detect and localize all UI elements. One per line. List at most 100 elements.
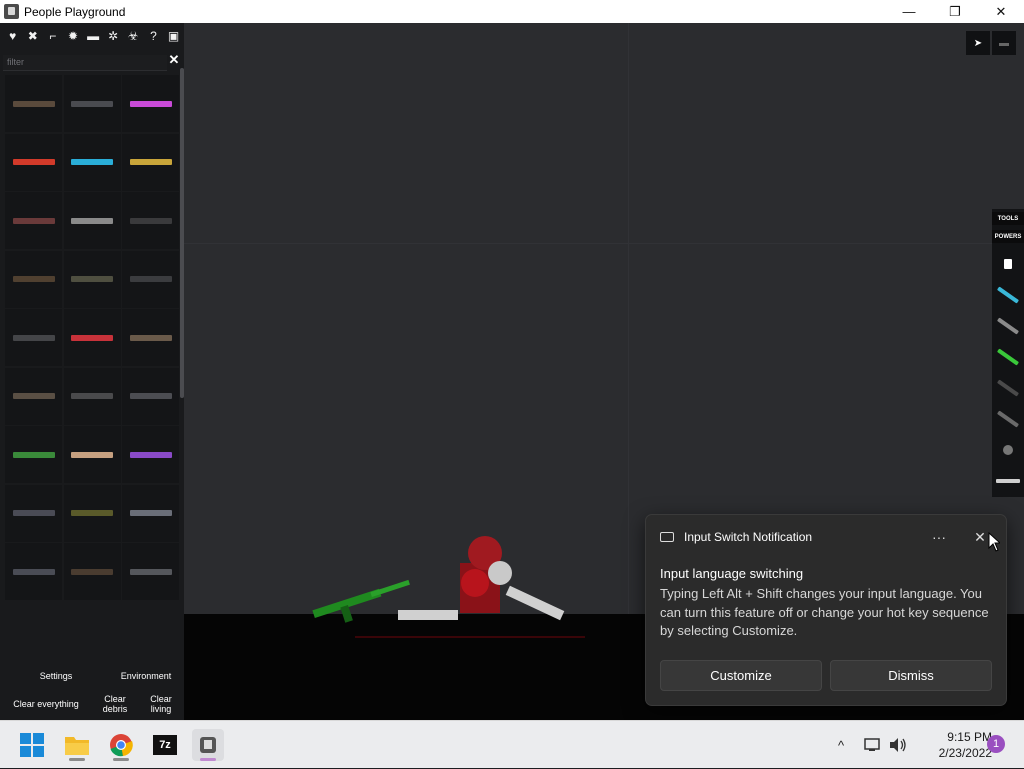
scene [312, 536, 585, 638]
explosion-icon[interactable]: ✹ [63, 26, 82, 46]
close-button[interactable]: ✕ [978, 0, 1024, 23]
sparkle-tool-icon [996, 479, 1020, 483]
item-rocket-launcher[interactable] [5, 192, 62, 249]
gun-icon: ▬ [999, 37, 1009, 49]
sparkle-tool[interactable] [994, 468, 1022, 494]
ball-tool[interactable] [994, 437, 1022, 463]
swords-icon[interactable]: ✖ [23, 26, 42, 46]
item-bat[interactable] [63, 250, 121, 308]
item-plasma-rifle[interactable] [63, 426, 121, 483]
filter-input[interactable] [3, 54, 167, 71]
rope-tool[interactable] [994, 375, 1022, 401]
windows-icon [20, 733, 44, 757]
rod-icon [129, 217, 172, 224]
mouse-cursor-icon [988, 532, 1000, 552]
item-mortar[interactable] [63, 484, 121, 542]
app-icon [4, 4, 19, 19]
item-staff[interactable] [122, 250, 179, 308]
item-assault-rifle[interactable] [63, 75, 121, 132]
rifle-icon [12, 100, 55, 107]
item-minigun[interactable] [122, 309, 179, 366]
pointer-tool-icon [1004, 259, 1012, 269]
running-indicator [69, 758, 85, 761]
pointer-tool[interactable] [994, 251, 1022, 277]
yellow-laser-icon [129, 159, 172, 165]
tab-tools[interactable]: TOOLS [992, 212, 1024, 225]
cursor-icon: ➤ [973, 37, 983, 49]
notification-count-badge[interactable]: 1 [987, 735, 1005, 753]
item-small-pistol[interactable] [5, 543, 62, 600]
tab-powers[interactable]: POWERS [992, 230, 1024, 243]
close-icon[interactable]: ✕ [970, 527, 990, 547]
chevron-up-icon: ^ [838, 737, 845, 753]
pointer-mode-button[interactable]: ➤ [966, 31, 990, 55]
mortar-icon [71, 510, 113, 516]
item-revolver[interactable] [5, 367, 62, 425]
chrome-button[interactable] [105, 729, 137, 761]
item-rod[interactable] [122, 192, 179, 249]
item-hunting-rifle[interactable] [63, 543, 121, 600]
item-red-laser[interactable] [5, 133, 62, 191]
notification-title: Input language switching [660, 566, 804, 581]
item-blue-laser[interactable] [63, 133, 121, 191]
item-tech-rifle[interactable] [122, 484, 179, 542]
save-icon[interactable]: ▣ [164, 26, 183, 46]
settings-button[interactable]: Settings [36, 671, 76, 681]
filter-row: ✕ [3, 52, 181, 71]
ragdoll[interactable] [398, 536, 565, 621]
item-fire-extinguisher[interactable] [63, 309, 121, 366]
item-grid [5, 75, 179, 615]
start-button[interactable] [16, 729, 48, 761]
close-icon[interactable]: ✕ [167, 52, 181, 68]
item-pistol[interactable] [63, 192, 121, 249]
item-energy-gun[interactable] [122, 75, 179, 132]
7zip-button[interactable]: 7z [149, 729, 181, 761]
volume-icon[interactable] [888, 721, 908, 769]
item-scrollbar[interactable] [180, 68, 184, 398]
drag-tool[interactable] [994, 282, 1022, 308]
gun-icon[interactable]: ⌐ [43, 26, 62, 46]
running-indicator [113, 758, 129, 761]
spring-tool[interactable] [994, 344, 1022, 370]
item-heavy-cannon[interactable] [122, 543, 179, 600]
item-green-launcher[interactable] [5, 426, 62, 483]
weapon-mode-button[interactable]: ▬ [992, 31, 1016, 55]
item-shotgun[interactable] [5, 309, 62, 366]
item-handgun[interactable] [63, 367, 121, 425]
clear-living-button[interactable]: Clear living [146, 694, 176, 714]
file-explorer-button[interactable] [61, 729, 93, 761]
help-icon[interactable]: ? [144, 26, 163, 46]
clock[interactable]: 9:15 PM 2/23/2022 [920, 729, 992, 761]
more-options-icon[interactable]: ··· [928, 527, 950, 547]
gear-icon[interactable]: ✲ [104, 26, 123, 46]
cable-tool[interactable] [994, 313, 1022, 339]
cable-tool-icon [997, 317, 1019, 335]
vehicle-icon[interactable]: ▬ [83, 26, 102, 46]
window-title: People Playground [24, 4, 126, 19]
item-yellow-laser[interactable] [122, 133, 179, 191]
chain-tool[interactable] [994, 406, 1022, 432]
customize-button[interactable]: Customize [660, 660, 822, 691]
people-playground-button[interactable] [192, 729, 224, 761]
minimize-button[interactable]: — [886, 0, 932, 23]
environment-button[interactable]: Environment [116, 671, 176, 681]
network-icon[interactable] [864, 721, 882, 769]
green-rifle[interactable] [312, 579, 410, 623]
heart-icon[interactable]: ♥ [3, 26, 22, 46]
biohazard-icon[interactable]: ☣ [124, 26, 143, 46]
restore-button[interactable]: ❐ [932, 0, 978, 23]
active-indicator [200, 758, 216, 761]
category-bar: ♥ ✖ ⌐ ✹ ▬ ✲ ☣? ▣ [0, 23, 184, 49]
item-rifle[interactable] [5, 75, 62, 132]
clear-debris-button[interactable]: Clear debris [100, 694, 130, 714]
dismiss-button[interactable]: Dismiss [830, 660, 992, 691]
item-machine-gun[interactable] [122, 367, 179, 425]
item-purple-gun[interactable] [122, 426, 179, 483]
machine-gun-icon [129, 393, 172, 399]
blood-pool [355, 636, 585, 638]
item-sniper[interactable] [5, 484, 62, 542]
hunting-rifle-icon [71, 568, 113, 575]
show-hidden-icons[interactable]: ^ [838, 721, 844, 769]
clear-everything-button[interactable]: Clear everything [8, 699, 84, 709]
item-sword[interactable] [5, 250, 62, 308]
